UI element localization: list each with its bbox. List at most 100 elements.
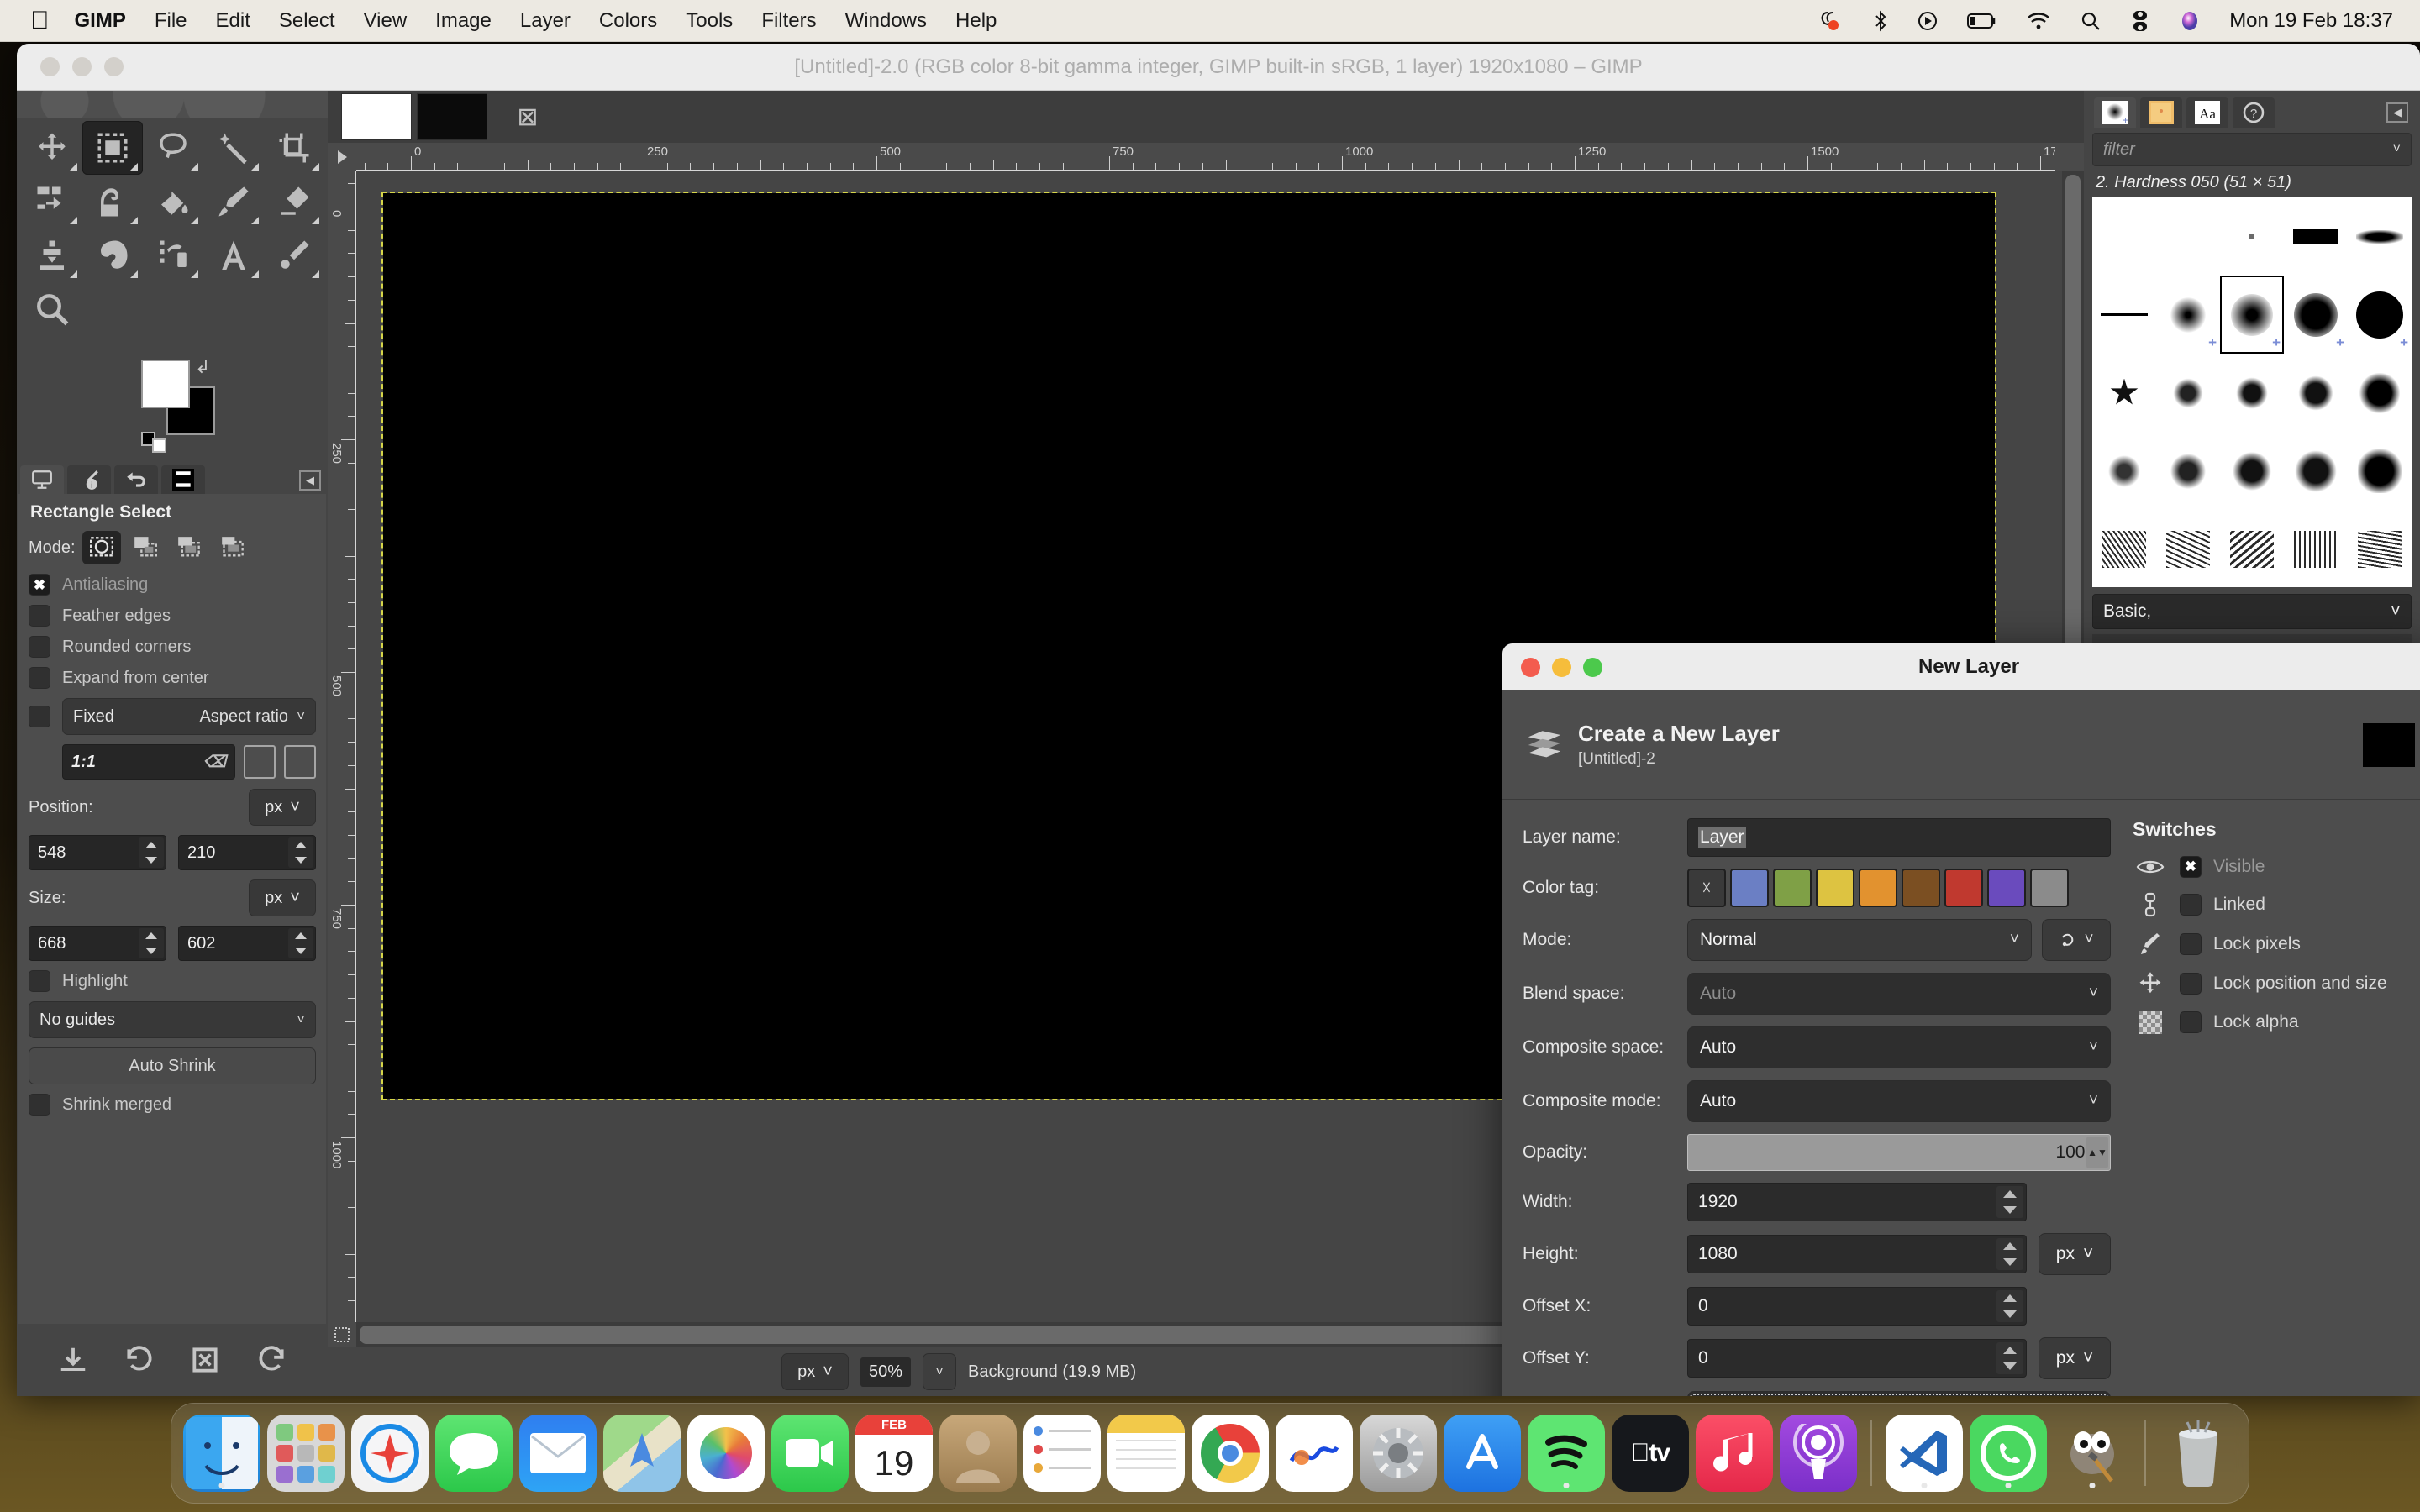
dock-item-contacts[interactable] xyxy=(939,1415,1017,1492)
swap-colors-icon[interactable]: ↲ xyxy=(195,356,210,378)
brush-item[interactable] xyxy=(2092,197,2156,276)
feather-edges-row[interactable]: Feather edges xyxy=(29,605,316,627)
dock-item-visual-studio-code[interactable] xyxy=(1886,1415,1963,1492)
portrait-orientation-button[interactable] xyxy=(244,745,276,779)
switch-lock-position-row[interactable]: Lock position and size xyxy=(2133,971,2415,996)
tab-tool-options[interactable] xyxy=(20,465,64,494)
mode-add-button[interactable] xyxy=(126,531,165,564)
brush-item[interactable] xyxy=(2284,197,2348,276)
zoom-tool[interactable] xyxy=(22,282,82,336)
brush-item[interactable] xyxy=(2156,354,2220,432)
offset-x-arrows[interactable] xyxy=(1996,1290,2023,1322)
eraser-tool[interactable] xyxy=(264,175,324,228)
brush-item[interactable] xyxy=(2220,197,2284,276)
position-x-arrows[interactable] xyxy=(139,837,164,868)
brush-item[interactable] xyxy=(2156,432,2220,510)
color-tag-violet[interactable] xyxy=(1987,869,2026,907)
dock-item-apple-tv[interactable]: tv xyxy=(1612,1415,1689,1492)
aspect-ratio-input[interactable]: 1:1 ⌫ xyxy=(62,744,235,780)
chevron-down-icon[interactable]: ˅ xyxy=(2393,142,2401,157)
brush-item[interactable] xyxy=(2284,354,2348,432)
landscape-orientation-button[interactable] xyxy=(284,745,316,779)
dock-item-photos[interactable] xyxy=(687,1415,765,1492)
dock-item-podcasts[interactable] xyxy=(1780,1415,1857,1492)
feather-edges-checkbox[interactable] xyxy=(29,605,50,627)
menu-item-filters[interactable]: Filters xyxy=(761,9,816,33)
horizontal-ruler[interactable]: 0 250 500 750 1000 1250 1500 1750 xyxy=(356,143,2055,171)
patterns-tab[interactable] xyxy=(2140,97,2182,128)
dock-item-trash[interactable] xyxy=(2160,1415,2237,1492)
position-x-spinner[interactable]: 548 xyxy=(29,835,166,870)
help-tab[interactable]: ? xyxy=(2233,97,2275,128)
switch-visible-row[interactable]: Visible xyxy=(2133,856,2415,878)
tab-device-status[interactable]: i xyxy=(67,465,111,494)
dock-item-messages[interactable] xyxy=(435,1415,513,1492)
shrink-merged-row[interactable]: Shrink merged xyxy=(29,1094,316,1116)
ruler-origin-button[interactable] xyxy=(328,143,356,171)
color-picker-tool[interactable] xyxy=(264,228,324,282)
unified-transform-tool[interactable] xyxy=(22,175,82,228)
switch-lock-alpha-row[interactable]: Lock alpha xyxy=(2133,1011,2415,1034)
zoom-dropdown-button[interactable]: ˅ xyxy=(923,1353,957,1390)
battery-icon[interactable] xyxy=(1967,12,1997,30)
color-tag-orange[interactable] xyxy=(1859,869,1897,907)
menu-app-name[interactable]: GIMP xyxy=(75,9,126,33)
control-center-icon[interactable] xyxy=(2130,10,2150,32)
paintbrush-tool[interactable] xyxy=(203,175,264,228)
antialiasing-checkbox[interactable] xyxy=(29,574,50,596)
lock-alpha-checkbox[interactable] xyxy=(2180,1011,2202,1033)
width-arrows[interactable] xyxy=(1996,1186,2023,1218)
image-tab-thumb-dark[interactable] xyxy=(417,93,487,140)
color-tag-none[interactable]: ☓ xyxy=(1687,869,1726,907)
dock-item-facetime[interactable] xyxy=(771,1415,849,1492)
menu-item-view[interactable]: View xyxy=(364,9,408,33)
rounded-corners-row[interactable]: Rounded corners xyxy=(29,636,316,658)
menu-item-image[interactable]: Image xyxy=(435,9,492,33)
opacity-slider[interactable]: 100.0 ▲▼ xyxy=(1687,1134,2111,1171)
reset-tool-options-icon[interactable] xyxy=(255,1344,287,1376)
reset-colors-icon[interactable] xyxy=(141,432,166,453)
color-tag-red[interactable] xyxy=(1944,869,1983,907)
dock-item-reminders[interactable] xyxy=(1023,1415,1101,1492)
dock-item-finder[interactable] xyxy=(183,1415,260,1492)
image-tab-thumb-light[interactable] xyxy=(341,93,412,140)
menu-item-colors[interactable]: Colors xyxy=(599,9,657,33)
status-unit-combo[interactable]: px ˅ xyxy=(781,1353,849,1390)
color-tag-blue[interactable] xyxy=(1730,869,1769,907)
brush-item[interactable] xyxy=(2348,510,2412,587)
menu-item-select[interactable]: Select xyxy=(279,9,335,33)
bucket-fill-tool[interactable] xyxy=(143,175,203,228)
dock-item-calendar[interactable]: FEB 19 xyxy=(855,1415,933,1492)
menu-item-help[interactable]: Help xyxy=(955,9,997,33)
width-spinner[interactable]: 1920 xyxy=(1687,1183,2027,1221)
fixed-checkbox[interactable] xyxy=(29,706,50,727)
text-tool[interactable] xyxy=(203,228,264,282)
brush-item[interactable] xyxy=(2348,354,2412,432)
dock-item-system-settings[interactable] xyxy=(1360,1415,1437,1492)
brush-item[interactable] xyxy=(2348,197,2412,276)
move-tool[interactable] xyxy=(22,121,82,175)
warp-transform-tool[interactable] xyxy=(82,175,143,228)
dock-item-app-store[interactable] xyxy=(1444,1415,1521,1492)
color-tag-brown[interactable] xyxy=(1902,869,1940,907)
zoom-level-input[interactable]: 50% xyxy=(860,1357,912,1387)
brush-item[interactable]: + xyxy=(2348,276,2412,354)
mode-replace-button[interactable] xyxy=(82,531,121,564)
dock-item-mail[interactable] xyxy=(519,1415,597,1492)
quickmask-toggle[interactable] xyxy=(328,1322,356,1347)
dock-item-maps[interactable] xyxy=(603,1415,681,1492)
size-width-arrows[interactable] xyxy=(139,928,164,958)
guides-combo[interactable]: No guides ˅ xyxy=(29,1001,316,1038)
brush-item[interactable]: + xyxy=(2284,276,2348,354)
offset-y-spinner[interactable]: 0 xyxy=(1687,1339,2027,1378)
offset-unit-combo[interactable]: px ˅ xyxy=(2039,1337,2111,1379)
siri-icon[interactable] xyxy=(2179,10,2201,32)
brush-item[interactable] xyxy=(2284,432,2348,510)
menu-item-layer[interactable]: Layer xyxy=(520,9,571,33)
mode-subtract-button[interactable] xyxy=(170,531,208,564)
brush-item[interactable] xyxy=(2220,432,2284,510)
close-tab-icon[interactable]: ⊠ xyxy=(492,93,563,140)
fuzzy-select-tool[interactable] xyxy=(203,121,264,175)
dock-item-chrome[interactable] xyxy=(1192,1415,1269,1492)
position-y-spinner[interactable]: 210 xyxy=(178,835,316,870)
